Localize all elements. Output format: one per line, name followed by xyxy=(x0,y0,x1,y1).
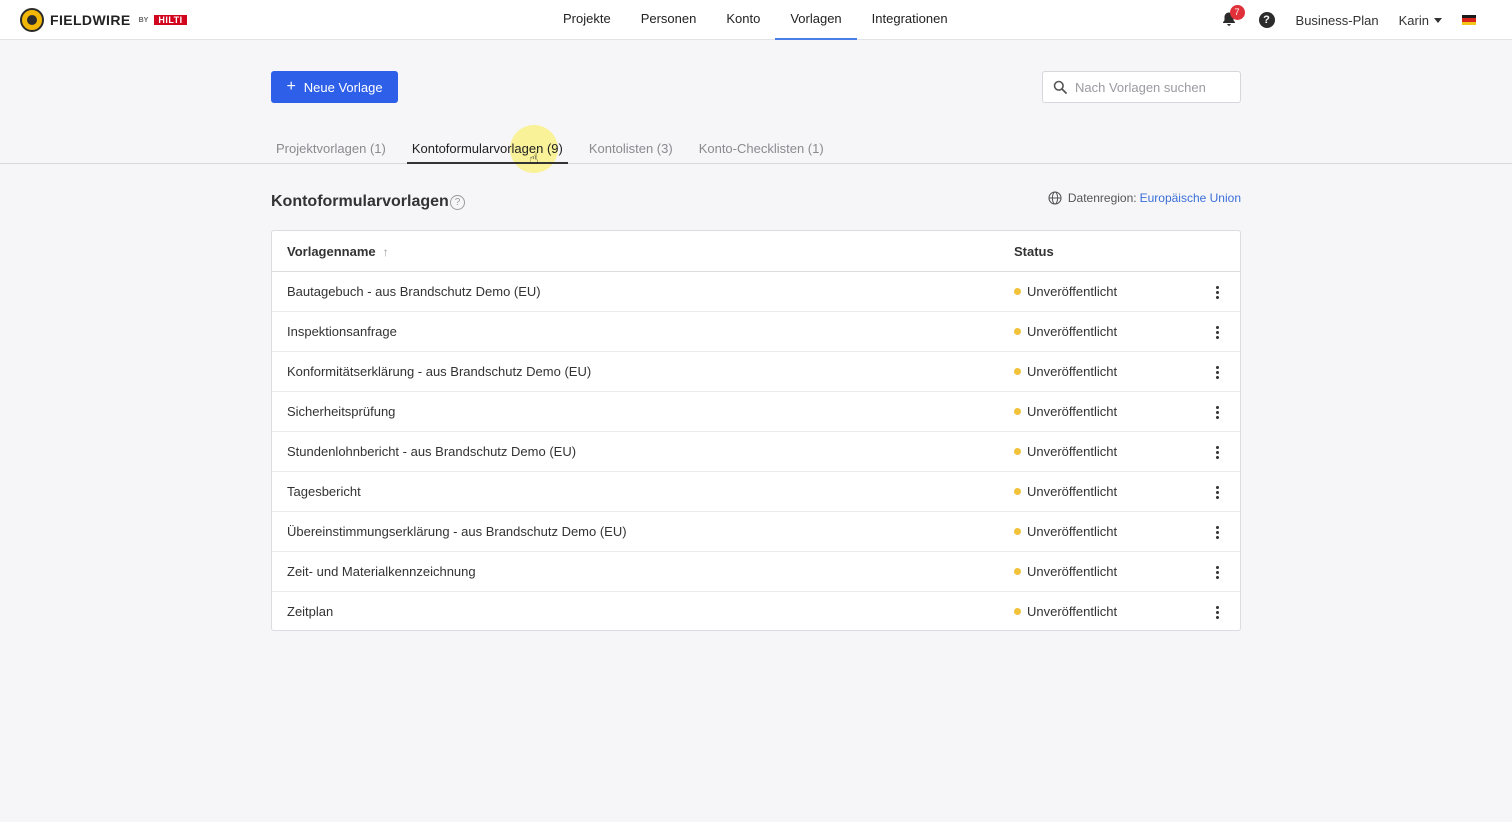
more-options-icon[interactable] xyxy=(1208,283,1226,301)
tab-kontolisten[interactable]: Kontolisten (3) xyxy=(584,136,678,164)
more-options-icon[interactable] xyxy=(1208,443,1226,461)
main-nav: Projekte Personen Konto Vorlagen Integra… xyxy=(548,0,963,40)
status-dot-icon xyxy=(1014,528,1021,535)
nav-vorlagen[interactable]: Vorlagen xyxy=(775,0,857,40)
help-icon[interactable]: ? xyxy=(1258,12,1275,28)
search-box[interactable] xyxy=(1042,71,1241,103)
nav-personen[interactable]: Personen xyxy=(626,0,712,40)
status-dot-icon xyxy=(1014,608,1021,615)
tab-kontoformularvorlagen[interactable]: Kontoformularvorlagen (9) xyxy=(406,136,568,164)
status-badge: Unveröffentlicht xyxy=(1014,604,1117,619)
template-name: Inspektionsanfrage xyxy=(287,324,397,339)
more-options-icon[interactable] xyxy=(1208,563,1226,581)
more-options-icon[interactable] xyxy=(1208,603,1226,621)
column-header-status: Status xyxy=(1014,244,1054,259)
caret-down-icon xyxy=(1434,17,1442,23)
hand-cursor-icon: ☝ xyxy=(529,151,539,168)
template-tabs: Projektvorlagen (1) Kontoformularvorlage… xyxy=(271,136,845,164)
top-right-controls: 7 ? Business-Plan Karin xyxy=(1221,0,1476,40)
status-badge: Unveröffentlicht xyxy=(1014,324,1117,339)
more-options-icon[interactable] xyxy=(1208,403,1226,421)
table-row[interactable]: Bautagebuch - aus Brandschutz Demo (EU) … xyxy=(272,272,1240,312)
section-title: Kontoformularvorlagen xyxy=(271,193,449,210)
plus-icon: + xyxy=(286,78,296,95)
new-template-button[interactable]: + Neue Vorlage xyxy=(271,71,398,103)
table-header: Vorlagenname ↑ Status xyxy=(272,231,1240,272)
status-dot-icon xyxy=(1014,288,1021,295)
status-dot-icon xyxy=(1014,448,1021,455)
status-badge: Unveröffentlicht xyxy=(1014,564,1117,579)
sort-ascending-icon: ↑ xyxy=(382,244,389,259)
german-flag-icon[interactable] xyxy=(1462,15,1476,25)
new-template-label: Neue Vorlage xyxy=(303,79,383,95)
more-options-icon[interactable] xyxy=(1208,523,1226,541)
template-name: Sicherheitsprüfung xyxy=(287,404,396,419)
more-options-icon[interactable] xyxy=(1208,363,1226,381)
templates-table: Vorlagenname ↑ Status Bautagebuch - aus … xyxy=(271,230,1241,631)
status-dot-icon xyxy=(1014,488,1021,495)
table-row[interactable]: Übereinstimmungserklärung - aus Brandsch… xyxy=(272,512,1240,552)
fieldwire-logo-icon xyxy=(20,8,44,32)
template-name: Zeitplan xyxy=(287,604,334,619)
region-link[interactable]: Europäische Union xyxy=(1140,191,1241,205)
search-icon xyxy=(1053,80,1067,94)
nav-projekte[interactable]: Projekte xyxy=(548,0,626,40)
more-options-icon[interactable] xyxy=(1208,483,1226,501)
status-dot-icon xyxy=(1014,368,1021,375)
data-region: Datenregion: Europäische Union xyxy=(1048,190,1241,206)
user-menu[interactable]: Karin xyxy=(1399,13,1442,28)
status-dot-icon xyxy=(1014,328,1021,335)
status-badge: Unveröffentlicht xyxy=(1014,484,1117,499)
template-name: Tagesbericht xyxy=(287,484,361,499)
hilti-logo: HILTI xyxy=(154,15,187,25)
brand-logo[interactable]: FIELDWIRE BY HILTI xyxy=(20,8,187,32)
status-badge: Unveröffentlicht xyxy=(1014,364,1117,379)
status-badge: Unveröffentlicht xyxy=(1014,444,1117,459)
table-row[interactable]: Konformitätserklärung - aus Brandschutz … xyxy=(272,352,1240,392)
globe-icon xyxy=(1048,191,1062,205)
table-row[interactable]: Stundenlohnbericht - aus Brandschutz Dem… xyxy=(272,432,1240,472)
table-row[interactable]: Tagesbericht Unveröffentlicht xyxy=(272,472,1240,512)
notifications-button[interactable]: 7 xyxy=(1221,5,1245,29)
template-name: Übereinstimmungserklärung - aus Brandsch… xyxy=(287,524,627,539)
brand-by: BY xyxy=(138,16,149,24)
nav-integrationen[interactable]: Integrationen xyxy=(857,0,963,40)
column-header-name[interactable]: Vorlagenname ↑ xyxy=(287,244,389,259)
table-row[interactable]: Zeit- und Materialkennzeichnung Unveröff… xyxy=(272,552,1240,592)
brand-name: FIELDWIRE xyxy=(50,12,131,28)
status-dot-icon xyxy=(1014,568,1021,575)
status-dot-icon xyxy=(1014,408,1021,415)
question-icon[interactable]: ? xyxy=(450,195,465,210)
top-bar: FIELDWIRE BY HILTI Projekte Personen Kon… xyxy=(0,0,1512,40)
template-name: Zeit- und Materialkennzeichnung xyxy=(287,564,476,579)
user-name: Karin xyxy=(1398,12,1429,28)
template-name: Bautagebuch - aus Brandschutz Demo (EU) xyxy=(287,284,541,299)
table-row[interactable]: Sicherheitsprüfung Unveröffentlicht xyxy=(272,392,1240,432)
plan-label[interactable]: Business-Plan xyxy=(1296,13,1379,28)
template-name: Stundenlohnbericht - aus Brandschutz Dem… xyxy=(287,444,577,459)
tab-konto-checklisten[interactable]: Konto-Checklisten (1) xyxy=(694,136,829,164)
status-badge: Unveröffentlicht xyxy=(1014,284,1117,299)
status-badge: Unveröffentlicht xyxy=(1014,404,1117,419)
status-badge: Unveröffentlicht xyxy=(1014,524,1117,539)
region-label: Datenregion: xyxy=(1067,191,1137,205)
table-row[interactable]: Inspektionsanfrage Unveröffentlicht xyxy=(272,312,1240,352)
table-row[interactable]: Zeitplan Unveröffentlicht xyxy=(272,592,1240,632)
tab-projektvorlagen[interactable]: Projektvorlagen (1) xyxy=(271,136,391,164)
template-name: Konformitätserklärung - aus Brandschutz … xyxy=(287,364,592,379)
search-input[interactable] xyxy=(1075,79,1235,95)
notification-badge: 7 xyxy=(1229,5,1245,20)
nav-konto[interactable]: Konto xyxy=(711,0,775,40)
more-options-icon[interactable] xyxy=(1208,323,1226,341)
